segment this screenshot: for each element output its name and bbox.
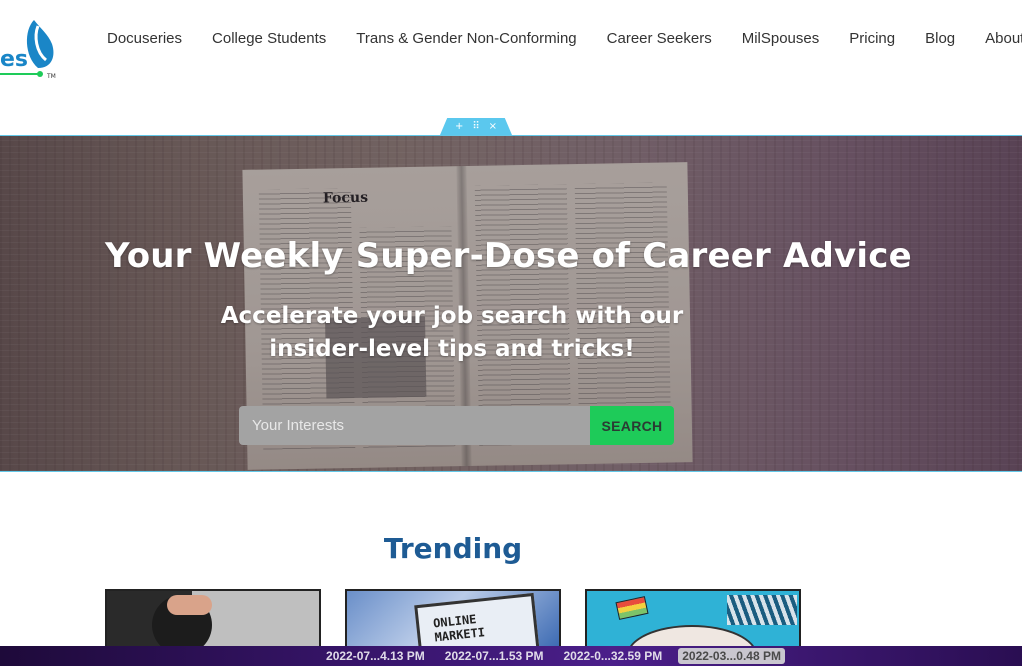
nav-about[interactable]: About▼ xyxy=(985,30,1022,47)
page: es TM Docuseries College Students Trans … xyxy=(0,0,1022,666)
nav-docuseries[interactable]: Docuseries xyxy=(107,30,182,47)
nav-college-students[interactable]: College Students xyxy=(212,30,326,47)
main-nav: Docuseries College Students Trans & Gend… xyxy=(92,30,1022,47)
logo-icon: es TM xyxy=(0,20,56,80)
nav-pricing[interactable]: Pricing xyxy=(849,30,895,47)
nav-about-label: About xyxy=(985,30,1022,47)
hero-section: Focus Your Weekly Super-Dose of Career A… xyxy=(0,135,1022,472)
nav-career-seekers[interactable]: Career Seekers xyxy=(607,30,712,47)
trending-heading: Trending xyxy=(383,532,523,565)
drag-handle-icon[interactable]: ⠿ xyxy=(472,121,479,132)
taskbar-item[interactable]: 2022-07...4.13 PM xyxy=(322,648,429,664)
card-2-image-text: ONLINE MARKETI xyxy=(432,612,486,645)
search-input[interactable] xyxy=(239,406,590,445)
delete-section-icon[interactable]: × xyxy=(489,121,497,132)
nav-milspouses[interactable]: MilSpouses xyxy=(742,30,820,47)
trending-card-2[interactable]: ONLINE MARKETI xyxy=(345,589,561,649)
hero-title: Your Weekly Super-Dose of Career Advice xyxy=(105,236,912,276)
tablet-illustration: ONLINE MARKETI xyxy=(414,592,540,647)
trending-card-1[interactable] xyxy=(105,589,321,649)
section-edit-handle[interactable]: + ⠿ × xyxy=(440,118,512,135)
search-button[interactable]: SEARCH xyxy=(590,406,674,445)
hero-subtitle: Accelerate your job search with our insi… xyxy=(220,303,684,362)
add-section-icon[interactable]: + xyxy=(455,121,463,132)
logo-text: es xyxy=(0,47,28,72)
taskbar-item[interactable]: 2022-07...1.53 PM xyxy=(441,648,548,664)
trending-card-3[interactable] xyxy=(585,589,801,649)
svg-text:TM: TM xyxy=(46,73,56,80)
nav-trans-gender-non-conforming[interactable]: Trans & Gender Non-Conforming xyxy=(356,30,576,47)
search-form: SEARCH xyxy=(239,406,674,445)
site-logo[interactable]: es TM xyxy=(0,16,64,80)
site-header: es TM Docuseries College Students Trans … xyxy=(0,0,1022,135)
taskbar-item[interactable]: 2022-0...32.59 PM xyxy=(560,648,667,664)
taskbar-item-active[interactable]: 2022-03...0.48 PM xyxy=(678,648,785,664)
os-taskbar: 2022-07...4.13 PM 2022-07...1.53 PM 2022… xyxy=(0,646,1022,666)
nav-blog[interactable]: Blog xyxy=(925,30,955,47)
